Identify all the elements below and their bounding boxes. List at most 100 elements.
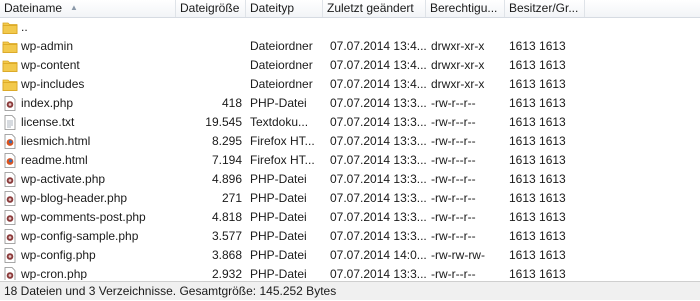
file-type: PHP-Datei (250, 267, 307, 280)
file-size: 4.818 (211, 210, 242, 224)
file-permissions: drwxr-xr-x (431, 77, 485, 91)
file-type: PHP-Datei (250, 210, 307, 224)
file-size: 2.932 (211, 267, 242, 280)
file-permissions: -rw-r--r-- (431, 134, 476, 148)
file-size (176, 18, 242, 37)
file-row[interactable]: wp-blog-header.php 271 PHP-Datei 07.07.2014… (0, 189, 700, 208)
column-header-size[interactable]: Dateigröße (176, 0, 246, 17)
file-name: .. (21, 20, 28, 34)
file-name: index.php (21, 96, 74, 110)
file-modified: 07.07.2014 13:3... (330, 153, 426, 167)
php-file-icon (2, 210, 18, 225)
column-header-name[interactable]: ▲ Dateiname (0, 0, 176, 17)
php-file-icon (2, 191, 18, 206)
file-owner: 1613 1613 (509, 229, 566, 243)
file-row[interactable]: wp-includes Dateiordner 07.07.2014 13:4...… (0, 75, 700, 94)
php-file-icon (2, 96, 18, 111)
file-modified: 07.07.2014 13:3... (330, 210, 426, 224)
php-file-icon (2, 172, 18, 187)
file-modified: 07.07.2014 14:0... (330, 248, 426, 262)
file-name: wp-content (21, 58, 80, 72)
file-modified: 07.07.2014 13:3... (330, 134, 426, 148)
file-size (176, 75, 242, 94)
file-name: wp-comments-post.php (21, 210, 146, 224)
file-modified: 07.07.2014 13:3... (330, 229, 426, 243)
file-modified (330, 18, 426, 37)
file-permissions (431, 18, 505, 37)
column-header-bar: ▲ Dateiname Dateigröße Dateityp Zuletzt … (0, 0, 700, 18)
column-header-permissions[interactable]: Berechtigu... (426, 0, 505, 17)
file-modified: 07.07.2014 13:4... (330, 58, 426, 72)
file-type (250, 18, 322, 37)
file-owner: 1613 1613 (509, 77, 566, 91)
column-header-label: Dateityp (250, 1, 295, 15)
file-modified: 07.07.2014 13:3... (330, 172, 426, 186)
file-owner: 1613 1613 (509, 191, 566, 205)
file-name: wp-cron.php (21, 267, 88, 280)
file-modified: 07.07.2014 13:4... (330, 77, 426, 91)
file-row[interactable]: wp-comments-post.php 4.818 PHP-Datei 07.07.… (0, 208, 700, 227)
file-size: 7.194 (211, 153, 242, 167)
file-size: 19.545 (205, 115, 242, 129)
file-type: Dateiordner (250, 58, 313, 72)
file-type: Dateiordner (250, 77, 313, 91)
file-modified: 07.07.2014 13:3... (330, 191, 426, 205)
file-owner: 1613 1613 (509, 115, 566, 129)
file-modified: 07.07.2014 13:3... (330, 115, 426, 129)
status-bar: 18 Dateien und 3 Verzeichnisse. Gesamtgr… (0, 281, 700, 300)
file-row[interactable]: .. (0, 18, 700, 37)
file-row[interactable]: wp-config.php 3.868 PHP-Datei 07.07.2014 14… (0, 246, 700, 265)
file-row[interactable]: index.php 418 PHP-Datei 07.07.2014 13:3... -… (0, 94, 700, 113)
file-type: Dateiordner (250, 39, 313, 53)
file-size (176, 56, 242, 75)
file-name: readme.html (21, 153, 88, 167)
column-header-label: Dateiname (4, 1, 63, 15)
file-type: Firefox HT... (250, 153, 315, 167)
column-header-label: Berechtigu... (430, 1, 498, 15)
file-row[interactable]: readme.html 7.194 Firefox HT... 07.07.2014 … (0, 151, 700, 170)
file-row[interactable]: wp-config-sample.php 3.577 PHP-Datei 07.07.… (0, 227, 700, 246)
column-header-label: Besitzer/Gr... (509, 1, 579, 15)
file-row[interactable]: wp-activate.php 4.896 PHP-Datei 07.07.2014 … (0, 170, 700, 189)
file-modified: 07.07.2014 13:3... (330, 267, 426, 280)
file-size: 4.896 (211, 172, 242, 186)
file-owner: 1613 1613 (509, 134, 566, 148)
file-permissions: -rw-r--r-- (431, 210, 476, 224)
file-name: wp-config.php (21, 248, 96, 262)
file-name: wp-includes (21, 77, 85, 91)
text-file-icon (2, 115, 18, 130)
file-size: 3.868 (211, 248, 242, 262)
file-list: .. wp-admin Dateiordner 07.07.2014 13:4... d… (0, 18, 700, 280)
column-header-modified[interactable]: Zuletzt geändert (323, 0, 426, 17)
file-permissions: drwxr-xr-x (431, 39, 485, 53)
file-row[interactable]: wp-admin Dateiordner 07.07.2014 13:4... drw… (0, 37, 700, 56)
column-header-type[interactable]: Dateityp (246, 0, 323, 17)
sort-ascending-icon: ▲ (70, 3, 78, 12)
file-row[interactable]: wp-content Dateiordner 07.07.2014 13:4... d… (0, 56, 700, 75)
file-owner: 1613 1613 (509, 58, 566, 72)
file-modified: 07.07.2014 13:3... (330, 96, 426, 110)
file-permissions: -rw-r--r-- (431, 115, 476, 129)
column-header-owner[interactable]: Besitzer/Gr... (505, 0, 585, 17)
file-owner: 1613 1613 (509, 172, 566, 186)
html-file-icon (2, 153, 18, 168)
file-name: wp-admin (21, 39, 74, 53)
file-size: 418 (221, 96, 242, 110)
file-owner: 1613 1613 (509, 210, 566, 224)
file-type: PHP-Datei (250, 229, 307, 243)
folder-icon (2, 20, 18, 35)
file-row[interactable]: license.txt 19.545 Textdoku... 07.07.2014 1… (0, 113, 700, 132)
file-owner: 1613 1613 (509, 96, 566, 110)
file-permissions: -rw-r--r-- (431, 153, 476, 167)
file-owner: 1613 1613 (509, 39, 566, 53)
file-owner: 1613 1613 (509, 153, 566, 167)
file-row[interactable]: liesmich.html 8.295 Firefox HT... 07.07.201… (0, 132, 700, 151)
file-size: 271 (221, 191, 242, 205)
file-row[interactable]: wp-cron.php 2.932 PHP-Datei 07.07.2014 13:3… (0, 265, 700, 280)
file-type: PHP-Datei (250, 248, 307, 262)
file-type: Textdoku... (250, 115, 309, 129)
file-name: wp-blog-header.php (21, 191, 128, 205)
php-file-icon (2, 229, 18, 244)
file-name: liesmich.html (21, 134, 91, 148)
php-file-icon (2, 267, 18, 280)
